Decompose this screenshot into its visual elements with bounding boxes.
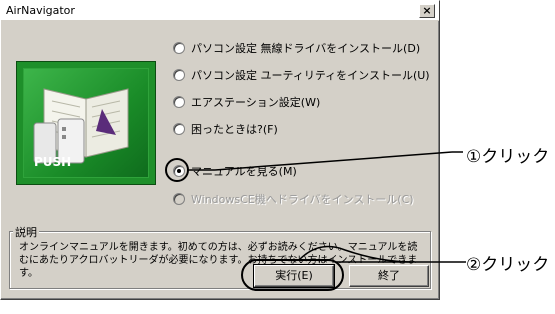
callout-step1: ①クリック: [466, 147, 550, 167]
callout-step2: ②クリック: [466, 255, 550, 275]
